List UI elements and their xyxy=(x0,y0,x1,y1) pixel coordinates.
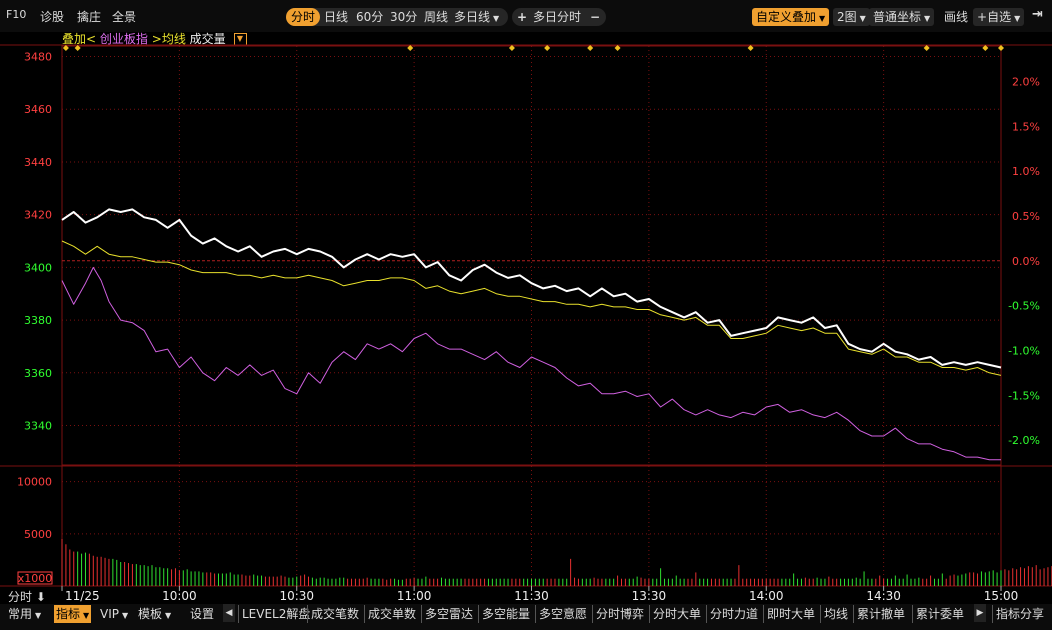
price-tick-label: 3420 xyxy=(24,209,52,222)
time-tick-label: 10:30 xyxy=(279,589,314,603)
volume-tick-label: 5000 xyxy=(24,528,52,541)
arrow-down-icon: ⬇ xyxy=(32,590,46,604)
indicator-cum-cancel[interactable]: 累计撤单 xyxy=(853,605,905,623)
time-tick-label: 14:00 xyxy=(749,589,784,603)
chevron-down-icon: ▼ xyxy=(83,611,90,620)
percent-tick-label: 0.0% xyxy=(1012,255,1040,268)
tab-template-label: 模板 xyxy=(138,607,163,621)
period-selector[interactable]: 分时 ⬇ xyxy=(8,588,46,605)
indicator-level2[interactable]: LEVEL2解盘 xyxy=(238,605,310,623)
price-tick-label: 3480 xyxy=(24,51,52,64)
time-tick-label: 11:30 xyxy=(514,589,549,603)
chevron-down-icon: ▼ xyxy=(165,611,172,620)
indicator-big-orders[interactable]: 分时大单 xyxy=(649,605,701,623)
percent-tick-label: 2.0% xyxy=(1012,75,1040,88)
volume-unit-label: x1000 xyxy=(18,572,53,585)
indicator-order-count[interactable]: 成交单数 xyxy=(364,605,416,623)
percent-tick-label: -1.5% xyxy=(1008,389,1040,402)
tab-settings[interactable]: 设置 xyxy=(190,605,214,623)
volume-tick-label: 10000 xyxy=(17,476,52,489)
period-label: 分时 xyxy=(8,590,33,604)
tab-indicator[interactable]: 指标 ▼ xyxy=(54,605,92,623)
indicator-game[interactable]: 分时博弈 xyxy=(592,605,644,623)
price-tick-label: 3400 xyxy=(24,261,52,274)
tab-indicator-label: 指标 xyxy=(56,607,81,621)
scroll-right-icon[interactable]: ▶ xyxy=(974,604,986,622)
time-tick-label: 10:00 xyxy=(162,589,197,603)
tab-vip[interactable]: VIP ▼ xyxy=(100,605,128,623)
percent-tick-label: -1.0% xyxy=(1008,344,1040,357)
tab-template[interactable]: 模板 ▼ xyxy=(138,605,171,623)
tab-common[interactable]: 常用 ▼ xyxy=(8,605,41,623)
indicator-ma[interactable]: 均线 xyxy=(820,605,848,623)
indicator-realtime-big[interactable]: 即时大单 xyxy=(763,605,815,623)
percent-tick-label: -0.5% xyxy=(1008,300,1040,313)
price-tick-label: 3440 xyxy=(24,156,52,169)
time-tick-label: 11/25 xyxy=(65,589,100,603)
time-tick-label: 11:00 xyxy=(397,589,432,603)
price-tick-label: 3360 xyxy=(24,367,52,380)
time-tick-label: 15:00 xyxy=(984,589,1019,603)
indicator-force[interactable]: 分时力道 xyxy=(706,605,758,623)
chevron-down-icon: ▼ xyxy=(121,611,129,620)
scroll-left-icon[interactable]: ◀ xyxy=(223,604,235,622)
tab-common-label: 常用 xyxy=(8,607,33,621)
indicator-willingness[interactable]: 多空意愿 xyxy=(535,605,587,623)
indicator-radar[interactable]: 多空雷达 xyxy=(421,605,473,623)
chevron-down-icon: ▼ xyxy=(35,611,42,620)
price-tick-label: 3340 xyxy=(24,419,52,432)
percent-tick-label: 1.5% xyxy=(1012,120,1040,133)
indicator-cum-order[interactable]: 累计委单 xyxy=(912,605,964,623)
time-tick-label: 13:30 xyxy=(632,589,667,603)
price-tick-label: 3460 xyxy=(24,103,52,116)
intraday-chart: 3480 3460 3440 3420 3400 3380 3360 3340 2.0% 1.5%… xyxy=(0,44,1052,603)
indicator-share[interactable]: 指标分享 xyxy=(992,605,1044,623)
price-line xyxy=(61,208,1002,369)
indicator-energy[interactable]: 多空能量 xyxy=(478,605,530,623)
indicator-trade-count[interactable]: 成交笔数 xyxy=(307,605,359,623)
time-tick-label: 14:30 xyxy=(866,589,901,603)
percent-tick-label: -2.0% xyxy=(1008,434,1040,447)
price-tick-label: 3380 xyxy=(24,314,52,327)
percent-tick-label: 1.0% xyxy=(1012,165,1040,178)
tab-vip-label: VIP xyxy=(100,607,119,621)
percent-tick-label: 0.5% xyxy=(1012,210,1040,223)
